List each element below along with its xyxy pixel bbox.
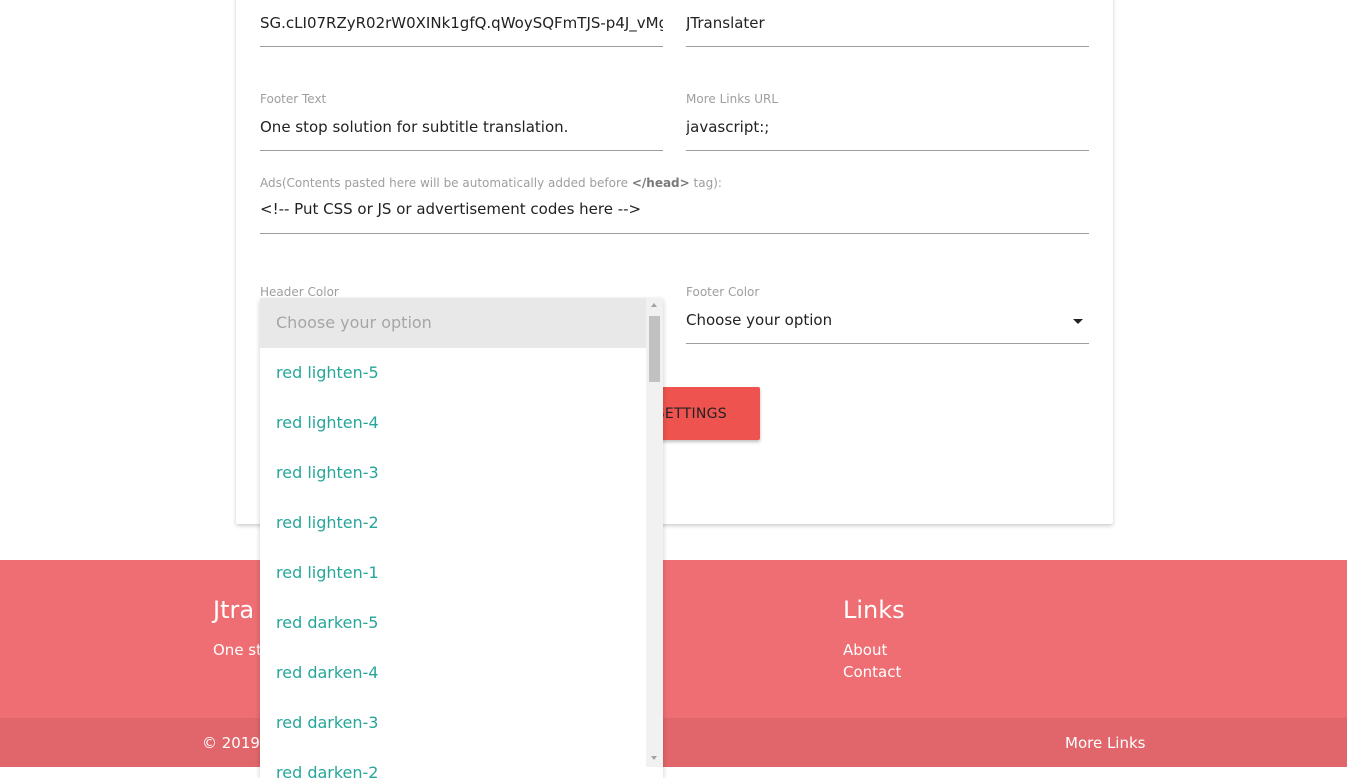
footer-text-field[interactable]: Footer Text One stop solution for subtit…	[260, 92, 663, 152]
scroll-up-arrow-icon[interactable]	[651, 303, 657, 307]
dropdown-option[interactable]: red darken-5	[260, 598, 646, 648]
footer-text-input[interactable]: One stop solution for subtitle translati…	[260, 118, 568, 136]
ads-textarea[interactable]: <!-- Put CSS or JS or advertisement code…	[260, 200, 641, 218]
site-name-field[interactable]: JTranslater	[686, 0, 1089, 47]
header-color-label: Header Color	[260, 285, 339, 299]
dropdown-option[interactable]: red darken-2	[260, 748, 646, 778]
dropdown-option[interactable]: red lighten-2	[260, 498, 646, 548]
scrollbar-thumb[interactable]	[649, 316, 660, 382]
ads-field[interactable]: Ads(Contents pasted here will be automat…	[260, 176, 1089, 236]
ads-label-prefix: Ads(Contents pasted here will be automat…	[260, 176, 632, 190]
more-links-underline	[686, 150, 1089, 151]
footer-tagline: One st	[213, 641, 263, 659]
footer-brand: Jtra	[213, 596, 255, 624]
dropdown-option[interactable]: red lighten-5	[260, 348, 646, 398]
dropdown-option[interactable]: red lighten-3	[260, 448, 646, 498]
chevron-down-icon[interactable]	[1073, 319, 1083, 324]
more-links-field[interactable]: More Links URL javascript:;	[686, 92, 1089, 152]
footer-copyright-bar: © 2019 J More Links	[0, 718, 1347, 767]
footer-color-underline	[686, 343, 1089, 344]
footer-color-label: Footer Color	[686, 285, 760, 299]
dropdown-option-placeholder: Choose your option	[260, 298, 646, 348]
more-links-label: More Links URL	[686, 92, 779, 106]
save-settings-label: SETTINGS	[655, 405, 727, 422]
ads-label: Ads(Contents pasted here will be automat…	[260, 176, 722, 190]
scroll-down-arrow-icon[interactable]	[651, 756, 657, 760]
footer-color-selected[interactable]: Choose your option	[686, 311, 832, 329]
dropdown-scrollbar[interactable]	[646, 298, 663, 767]
footer-link-about[interactable]: About	[843, 641, 887, 659]
dropdown-option[interactable]: red lighten-1	[260, 548, 646, 598]
header-color-dropdown[interactable]: Choose your option red lighten-5 red lig…	[260, 298, 663, 778]
ads-label-tag: </head>	[631, 176, 690, 190]
more-links-input[interactable]: javascript:;	[686, 118, 769, 136]
api-key-underline	[260, 46, 663, 47]
footer-link-contact[interactable]: Contact	[843, 663, 901, 681]
footer-links-heading: Links	[843, 596, 905, 624]
dropdown-option[interactable]: red darken-3	[260, 698, 646, 748]
more-links-link[interactable]: More Links	[1065, 734, 1146, 752]
dropdown-option[interactable]: red darken-4	[260, 648, 646, 698]
api-key-field[interactable]: SG.cLI07RZyR02rW0XINk1gfQ.qWoySQFmTJS-p4…	[260, 0, 663, 47]
page-footer: Jtra One st Links About Contact	[0, 560, 1347, 718]
footer-text-label: Footer Text	[260, 92, 327, 106]
site-name-value[interactable]: JTranslater	[686, 14, 765, 32]
api-key-value[interactable]: SG.cLI07RZyR02rW0XINk1gfQ.qWoySQFmTJS-p4…	[260, 14, 663, 32]
footer-color-select[interactable]: Footer Color Choose your option	[686, 285, 1089, 345]
ads-label-suffix: tag):	[689, 176, 722, 190]
dropdown-option[interactable]: red lighten-4	[260, 398, 646, 448]
footer-text-underline	[260, 150, 663, 151]
ads-underline	[260, 233, 1089, 234]
site-name-underline	[686, 46, 1089, 47]
